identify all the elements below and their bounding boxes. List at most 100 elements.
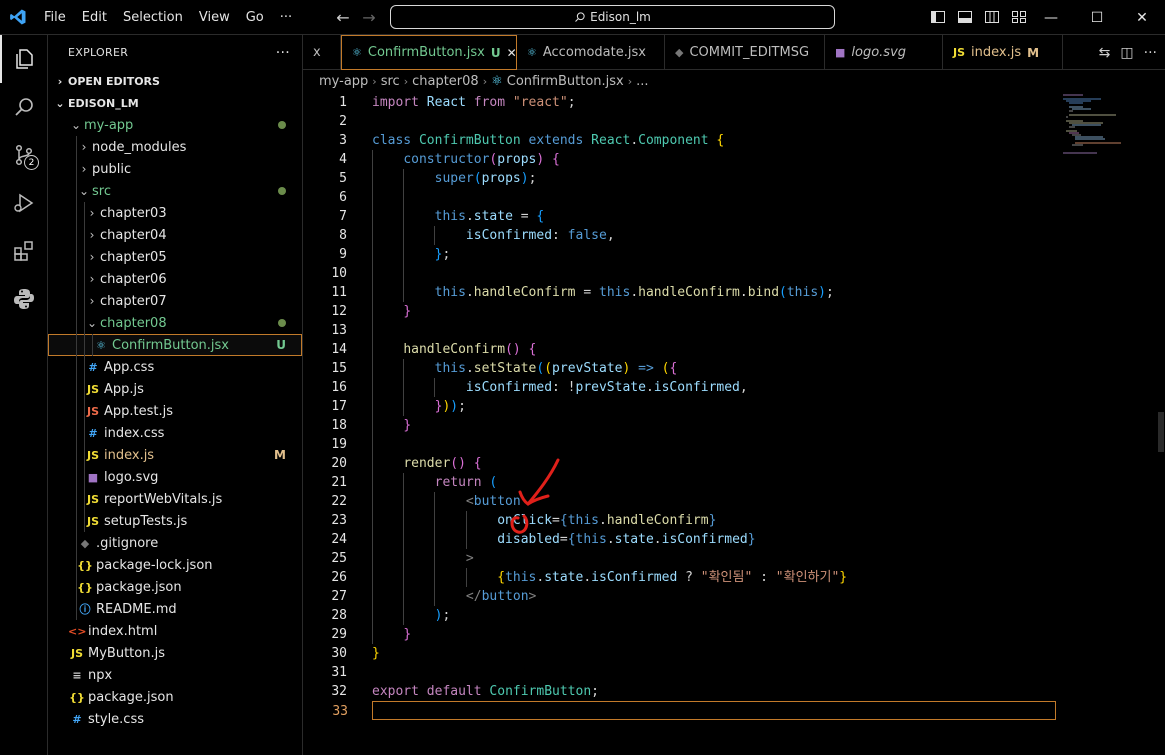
python-icon[interactable]	[0, 275, 48, 323]
toggle-secondary-sidebar-icon[interactable]	[984, 9, 1000, 25]
line-number: 8	[339, 228, 347, 243]
tab-accomodate-jsx[interactable]: ⚛ Accomodate.jsx	[517, 35, 665, 70]
source-control-icon[interactable]: 2	[0, 131, 48, 179]
tab-confirmbutton-jsx[interactable]: ⚛ ConfirmButton.jsx U ✕	[341, 35, 517, 70]
tree-item-confirmbutton-jsx[interactable]: ⚛ ConfirmButton.jsx U	[48, 334, 302, 356]
line-number: 6	[339, 190, 347, 205]
line-code: );	[372, 606, 451, 625]
menu-item-0[interactable]: File	[36, 0, 74, 35]
run-debug-icon[interactable]	[0, 179, 48, 227]
tree-item-chapter07[interactable]: › chapter07	[48, 290, 302, 312]
code-token: isConfirmed	[653, 380, 740, 395]
toggle-panel-icon[interactable]	[957, 9, 973, 25]
close-tab-icon[interactable]: ✕	[507, 46, 517, 60]
tree-item-src[interactable]: ⌄ src	[48, 180, 302, 202]
tree-item-app-test-js[interactable]: JS App.test.js	[48, 400, 302, 422]
menu-item-2[interactable]: Selection	[115, 0, 191, 35]
tree-item-index-html[interactable]: <> index.html	[48, 620, 302, 642]
tree-item-package-json[interactable]: {} package.json	[48, 576, 302, 598]
tree-item-index-css[interactable]: # index.css	[48, 422, 302, 444]
code-token: handleConfirm	[473, 285, 576, 300]
line-number: 22	[331, 494, 347, 509]
tree-item-label: MyButton.js	[88, 645, 165, 661]
tree-item-chapter08[interactable]: ⌄ chapter08	[48, 312, 302, 334]
menu-item-3[interactable]: View	[191, 0, 238, 35]
tree-item-setuptests-js[interactable]: JS setupTests.js	[48, 510, 302, 532]
tab-commit-editmsg[interactable]: ◆ COMMIT_EDITMSG	[665, 35, 825, 70]
more-actions-button[interactable]: ···	[276, 45, 290, 61]
tree-item-index-js[interactable]: JS index.js M	[48, 444, 302, 466]
scrollbar-thumb[interactable]	[1158, 412, 1164, 452]
code-token: import	[372, 95, 419, 110]
code-line: 25 >	[303, 549, 1063, 568]
minimize-button[interactable]: —	[1028, 0, 1074, 35]
tree-item-reportwebvitals-js[interactable]: JS reportWebVitals.js	[48, 488, 302, 510]
vscode-logo-icon	[0, 0, 36, 35]
code-token: ;	[567, 95, 576, 110]
maximize-button[interactable]: ☐	[1074, 0, 1120, 35]
tree-item-npx[interactable]: ≡ npx	[48, 664, 302, 686]
tree-item-logo-svg[interactable]: ■ logo.svg	[48, 466, 302, 488]
workspace-root-section[interactable]: ⌄ EDISON_LM	[48, 92, 302, 114]
command-center-search[interactable]: Edison_lm	[390, 5, 835, 29]
line-code: };	[372, 245, 451, 264]
tree-item-chapter03[interactable]: › chapter03	[48, 202, 302, 224]
tree-item-mybutton-js[interactable]: JS MyButton.js	[48, 642, 302, 664]
code-token: from	[473, 95, 506, 110]
tree-item-label: App.css	[104, 359, 155, 375]
code-token: state	[544, 570, 584, 585]
open-changes-icon[interactable]: ⇆	[1099, 45, 1111, 61]
tab-index-js[interactable]: JS index.js M	[943, 35, 1063, 70]
breadcrumb-item[interactable]: chapter08	[412, 74, 479, 89]
tab-x[interactable]: x	[303, 35, 341, 70]
tree-item-chapter04[interactable]: › chapter04	[48, 224, 302, 246]
line-code: this.setState((prevState) => ({	[372, 359, 678, 378]
close-window-button[interactable]: ✕	[1119, 0, 1165, 35]
search-icon[interactable]	[0, 83, 48, 131]
tree-item-package-json[interactable]: {} package.json	[48, 686, 302, 708]
more-actions-icon[interactable]: ···	[1144, 45, 1157, 61]
git-change-dot	[278, 121, 286, 129]
customize-layout-icon[interactable]	[1011, 9, 1027, 25]
tree-item-chapter06[interactable]: › chapter06	[48, 268, 302, 290]
code-token: .	[583, 570, 592, 585]
extensions-icon[interactable]	[0, 227, 48, 275]
back-arrow-icon[interactable]: ←	[330, 8, 356, 27]
tab-logo-svg[interactable]: ■ logo.svg	[825, 35, 943, 70]
tree-item-readme-md[interactable]: ⓘ README.md	[48, 598, 302, 620]
menu-item-4[interactable]: Go	[238, 0, 272, 35]
tree-item--gitignore[interactable]: ◆ .gitignore	[48, 532, 302, 554]
tree-item-my-app[interactable]: ⌄ my-app	[48, 114, 302, 136]
tree-item-app-css[interactable]: # App.css	[48, 356, 302, 378]
forward-arrow-icon[interactable]: →	[356, 8, 382, 27]
tree-item-package-lock-json[interactable]: {} package-lock.json	[48, 554, 302, 576]
line-number: 30	[331, 646, 347, 661]
tree-item-app-js[interactable]: JS App.js	[48, 378, 302, 400]
split-editor-icon[interactable]: ◫	[1120, 45, 1133, 61]
menu-item-5[interactable]: ···	[272, 0, 300, 35]
indent-guide	[84, 444, 85, 466]
tree-item-style-css[interactable]: # style.css	[48, 708, 302, 730]
breadcrumb-item[interactable]: my-app	[319, 74, 368, 89]
code-token: .	[465, 209, 474, 224]
minimap[interactable]	[1061, 92, 1151, 162]
code-token: .	[606, 532, 615, 547]
code-line: 14 handleConfirm() {	[303, 340, 1063, 359]
line-code: export default ConfirmButton;	[372, 682, 599, 701]
tree-item-node-modules[interactable]: › node_modules	[48, 136, 302, 158]
toggle-primary-sidebar-icon[interactable]	[930, 9, 946, 25]
tree-item-public[interactable]: › public	[48, 158, 302, 180]
code-editor[interactable]: 1 import React from "react"; 2 3 class Confi…	[303, 92, 1165, 755]
breadcrumb-item[interactable]: ConfirmButton.jsx	[507, 74, 624, 89]
explorer-icon[interactable]	[0, 35, 48, 83]
breadcrumb-item[interactable]: ...	[636, 74, 648, 89]
open-editors-section[interactable]: › OPEN EDITORS	[48, 70, 302, 92]
tree-item-chapter05[interactable]: › chapter05	[48, 246, 302, 268]
menu-item-1[interactable]: Edit	[74, 0, 115, 35]
editor-tabs: x ⚛ ConfirmButton.jsx U ✕ ⚛ Accomodate.jsx ◆ COM…	[303, 35, 1165, 70]
tab-label: x	[313, 45, 321, 60]
breadcrumb-item[interactable]: src	[381, 74, 400, 89]
